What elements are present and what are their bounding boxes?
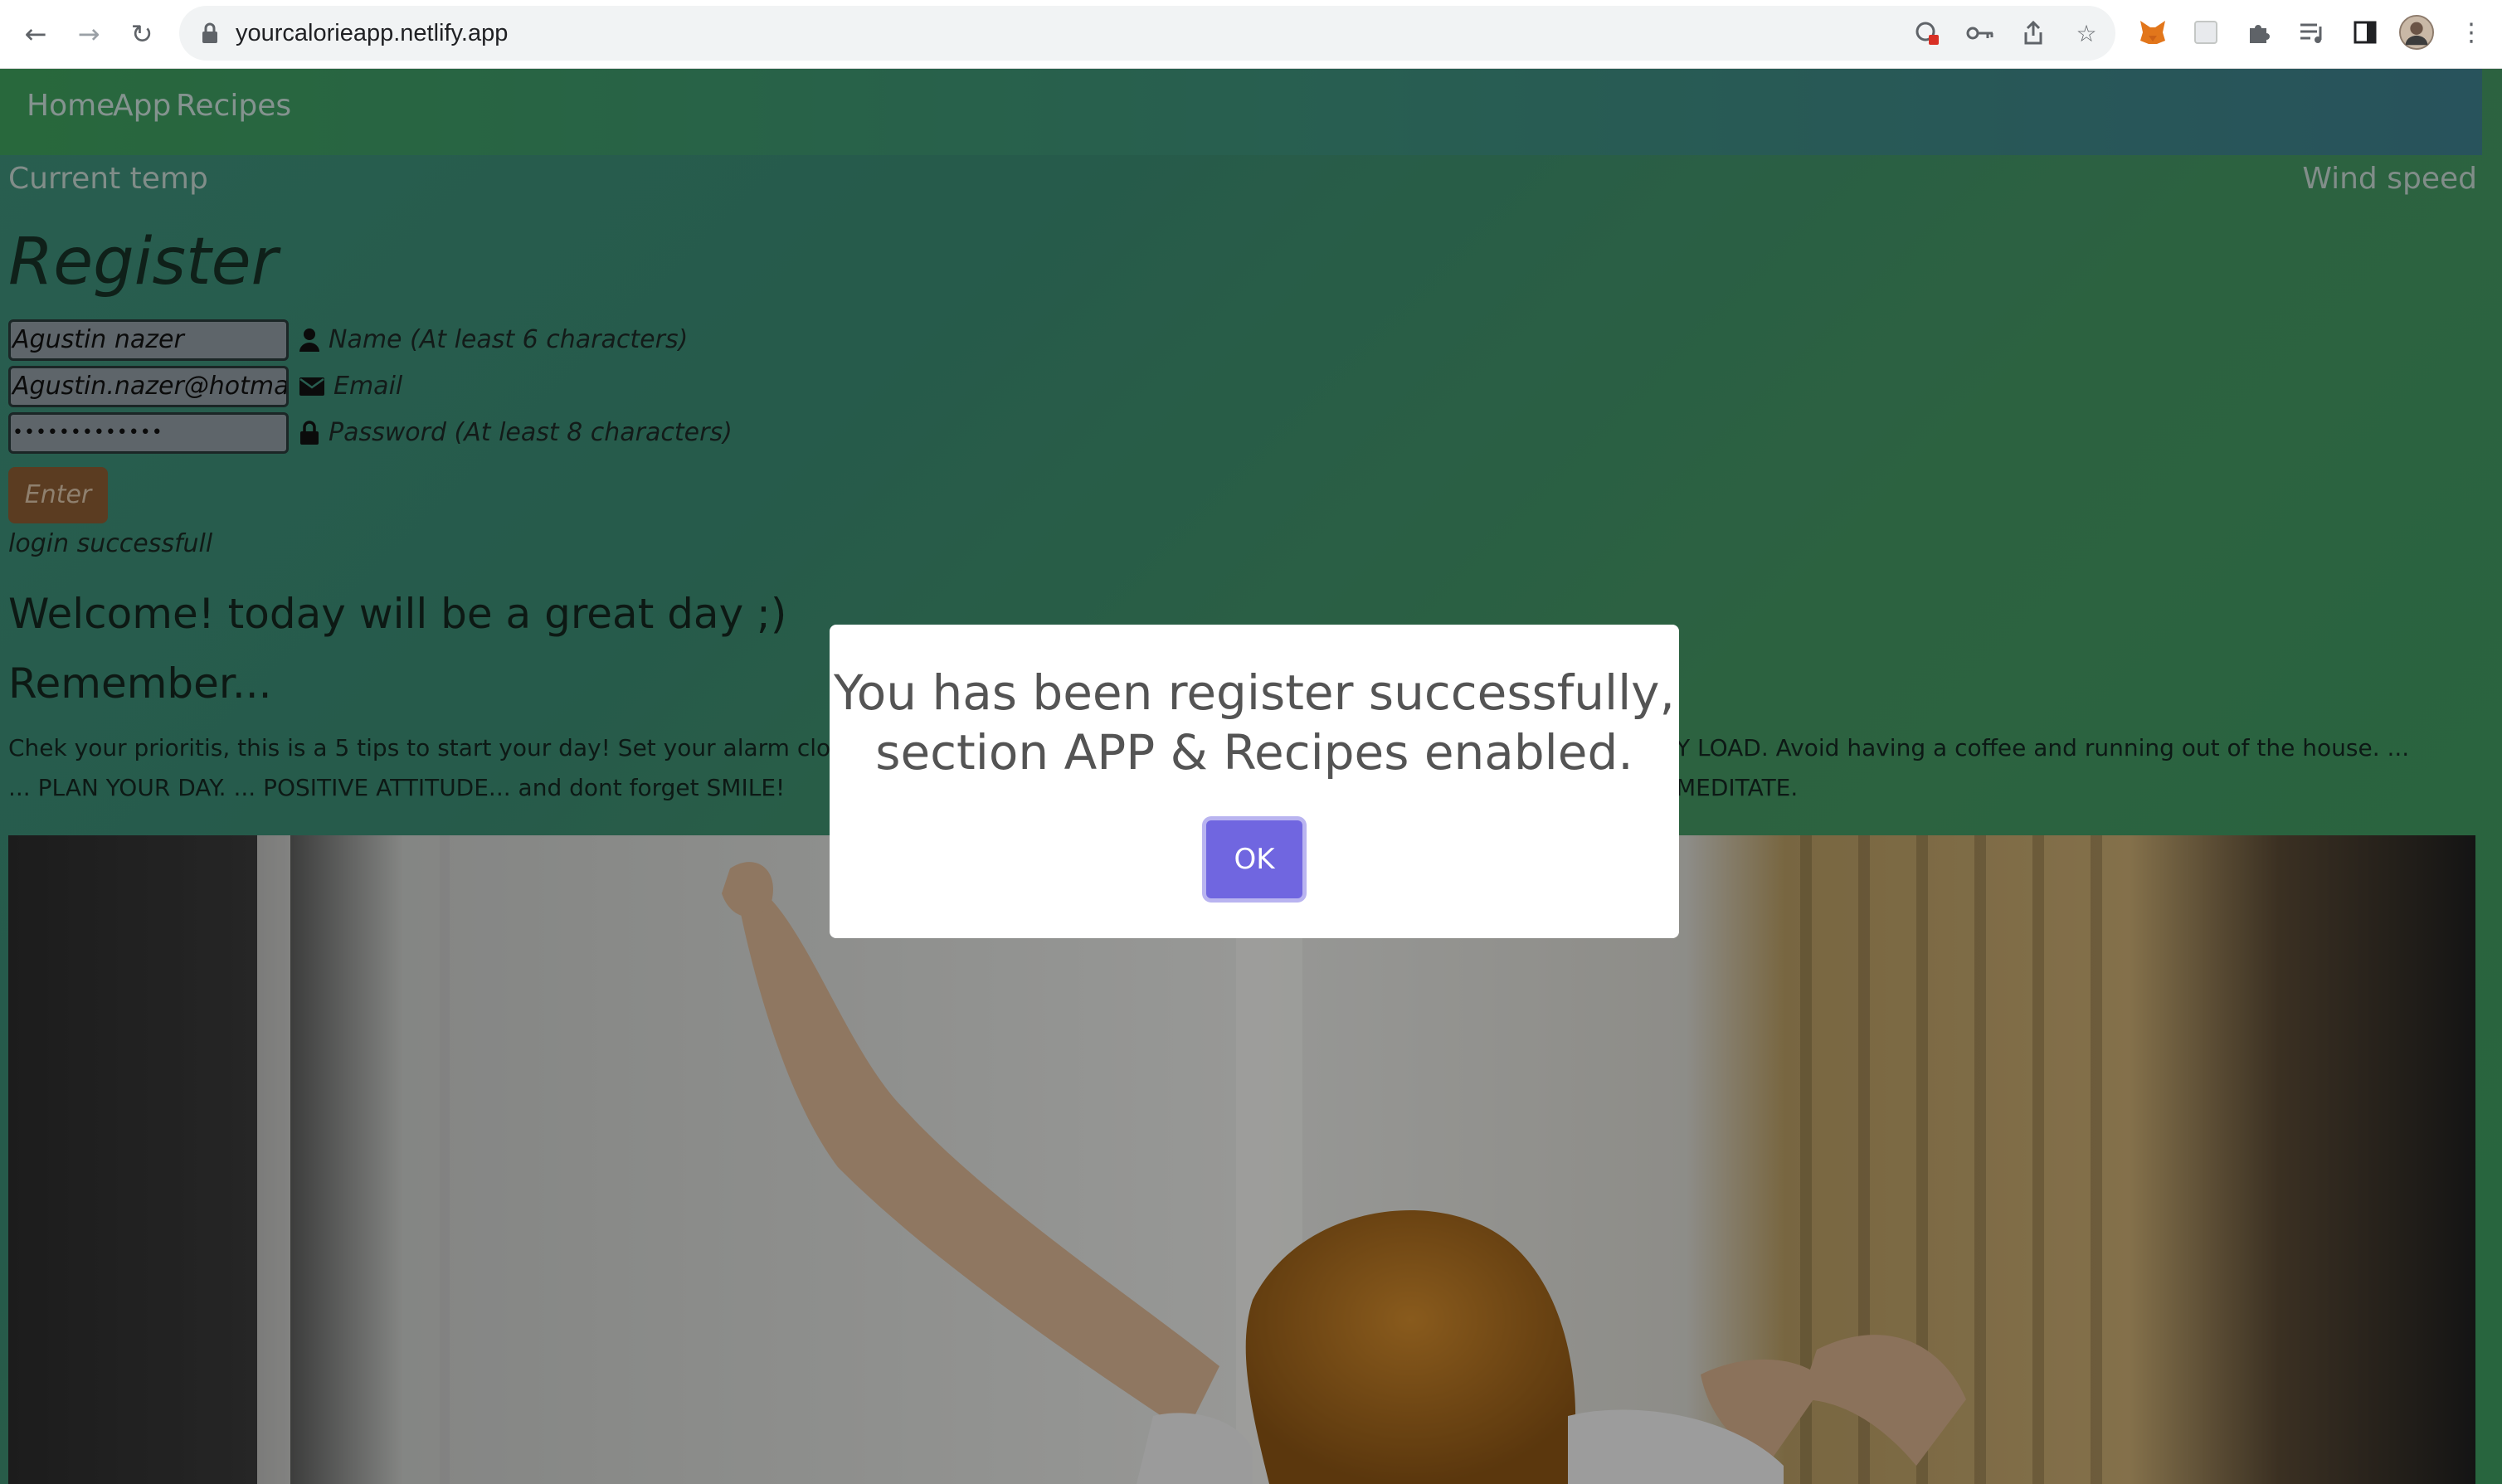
address-bar[interactable]: yourcalorieapp.netlify.app ☆	[179, 6, 2115, 61]
menu-kebab-icon[interactable]: ⋮	[2454, 15, 2489, 50]
dialog-message: You has been register successfully, sect…	[830, 663, 1679, 782]
puzzle-extensions-icon[interactable]	[2242, 15, 2276, 50]
key-icon[interactable]	[1964, 17, 1996, 49]
metamask-extension-icon[interactable]	[2135, 15, 2170, 50]
share-icon[interactable]	[2018, 17, 2049, 49]
lock-icon	[202, 22, 217, 43]
url-text: yourcalorieapp.netlify.app	[236, 20, 509, 46]
blocked-content-icon[interactable]	[1911, 17, 1943, 49]
browser-toolbar: ← → ↻ yourcalorieapp.netlify.app ☆ ⋮	[0, 0, 2502, 69]
ok-button[interactable]: OK	[1206, 820, 1302, 898]
side-panel-icon[interactable]	[2348, 15, 2383, 50]
dialog-message-line1: You has been register successfully,	[834, 664, 1675, 721]
reload-icon[interactable]: ↻	[123, 15, 161, 53]
dialog-message-line2: section APP & Recipes enabled.	[875, 724, 1633, 781]
forward-icon[interactable]: →	[70, 15, 108, 53]
bookmark-star-icon[interactable]: ☆	[2071, 17, 2102, 49]
extension-icon[interactable]	[2188, 15, 2223, 50]
reading-list-icon[interactable]	[2295, 15, 2329, 50]
back-icon[interactable]: ←	[17, 15, 55, 53]
profile-avatar[interactable]	[2399, 15, 2434, 50]
success-dialog: You has been register successfully, sect…	[830, 625, 1679, 938]
